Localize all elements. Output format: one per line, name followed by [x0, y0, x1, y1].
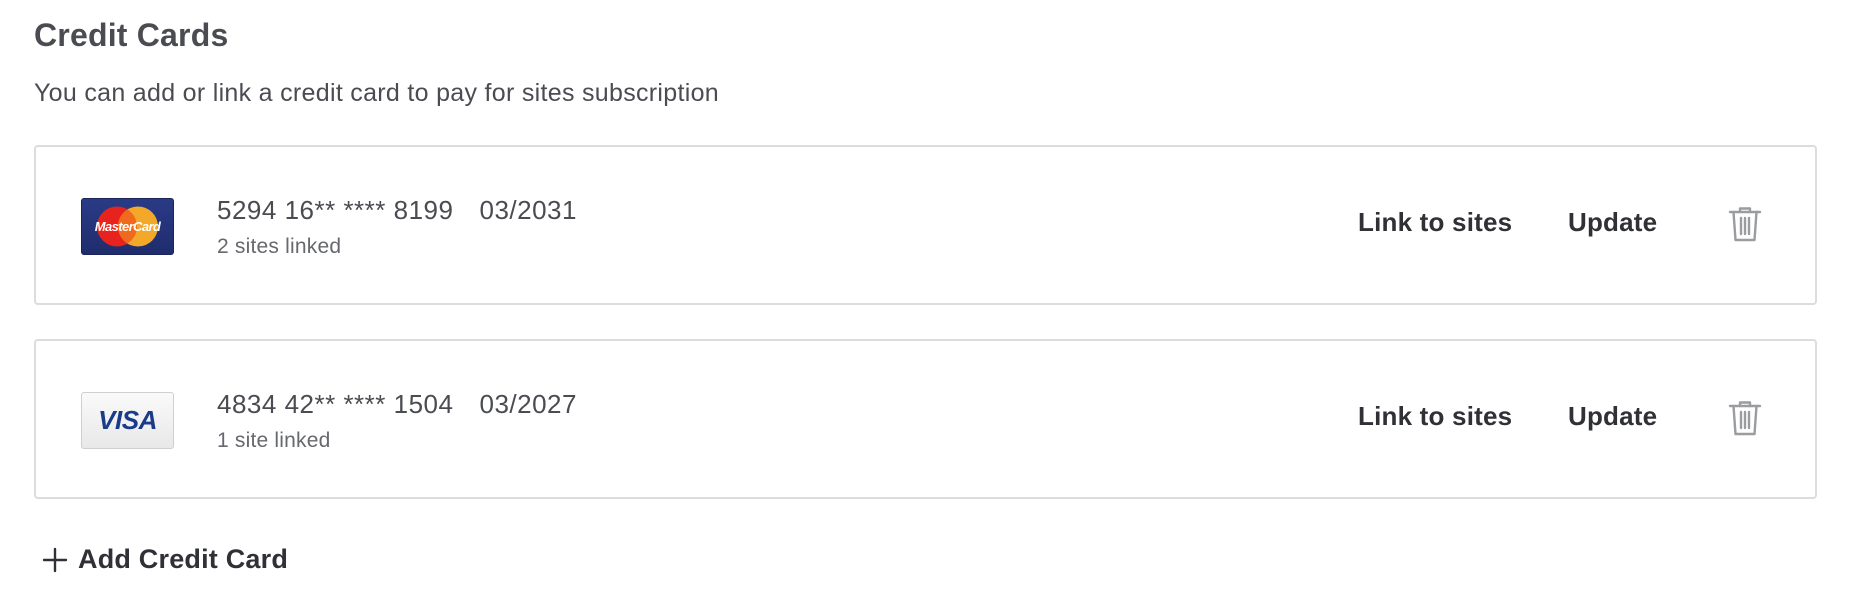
section-title: Credit Cards: [34, 17, 229, 53]
trash-icon[interactable]: [1727, 205, 1763, 243]
visa-logo: VISA: [81, 392, 174, 449]
trash-icon[interactable]: [1727, 399, 1763, 437]
card-expiry: 03/2027: [479, 389, 577, 419]
update-button[interactable]: Update: [1568, 207, 1657, 238]
credit-card-row: MasterCard 5294 16** **** 8199 03/2031 2 …: [34, 145, 1817, 305]
mastercard-logo: MasterCard: [81, 198, 174, 255]
add-credit-card-label: Add Credit Card: [78, 544, 289, 574]
section-subtitle: You can add or link a credit card to pay…: [34, 79, 720, 107]
mastercard-logo-text: MasterCard: [95, 219, 162, 234]
card-info: 4834 42** **** 1504 03/2027 1 site linked: [217, 389, 577, 453]
sites-linked-count: 2 sites linked: [217, 235, 342, 258]
card-number: 5294 16** **** 8199: [217, 195, 454, 225]
update-button[interactable]: Update: [1568, 401, 1657, 432]
credit-card-row: VISA 4834 42** **** 1504 03/2027 1 site l…: [34, 339, 1817, 499]
link-to-sites-button[interactable]: Link to sites: [1358, 207, 1512, 238]
card-info: 5294 16** **** 8199 03/2031 2 sites linke…: [217, 195, 577, 259]
sites-linked-count: 1 site linked: [217, 429, 331, 452]
link-to-sites-button[interactable]: Link to sites: [1358, 401, 1512, 432]
add-credit-card-button[interactable]: Add Credit Card: [42, 544, 288, 575]
plus-icon: [42, 547, 68, 573]
card-expiry: 03/2031: [479, 195, 577, 225]
visa-logo-text: VISA: [98, 405, 157, 435]
card-number: 4834 42** **** 1504: [217, 389, 454, 419]
